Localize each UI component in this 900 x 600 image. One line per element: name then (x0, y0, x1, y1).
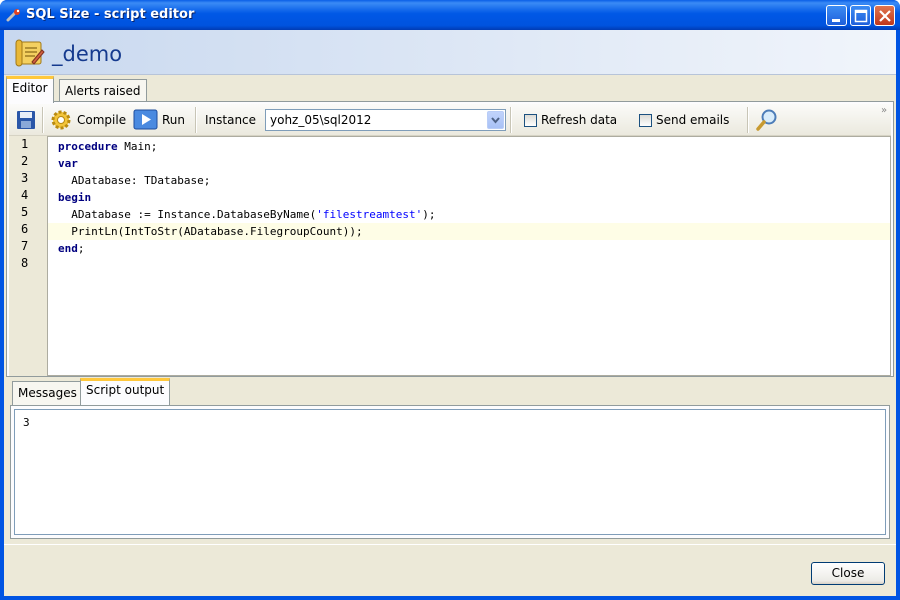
line-number: 8 (21, 256, 29, 270)
compile-label: Compile (77, 113, 127, 127)
compile-button[interactable]: Compile (49, 108, 126, 132)
chevron-double-right-icon[interactable]: » (881, 104, 887, 116)
code-line: begin (58, 189, 91, 206)
document-header: _demo (4, 30, 896, 75)
window-title: SQL Size - script editor (26, 7, 195, 22)
minimize-icon (832, 19, 840, 22)
run-button[interactable]: Run (133, 108, 185, 132)
send-emails-label[interactable]: Send emails (656, 108, 729, 132)
play-icon (133, 109, 158, 130)
code-line: end; (58, 240, 85, 257)
code-text: ); (422, 208, 436, 221)
wrench-icon (6, 9, 20, 22)
maximize-button[interactable] (850, 5, 871, 26)
code-line: ADatabase: TDatabase; (58, 172, 210, 189)
code-text: ; (77, 242, 85, 255)
refresh-data-checkbox[interactable] (524, 114, 537, 127)
dropdown-arrow-button[interactable] (487, 111, 504, 129)
code-keyword: end (58, 242, 78, 255)
send-emails-checkbox[interactable] (639, 114, 652, 127)
code-editor[interactable]: procedure Main; var ADatabase: TDatabase;… (47, 136, 891, 376)
line-number: 6 (21, 222, 29, 236)
instance-label: Instance (205, 113, 257, 127)
toolbar: Compile Run Instance yohz_05\sql2012 Ref… (9, 104, 891, 136)
floppy-disk-icon (17, 111, 35, 129)
output-area: Messages Script output 3 (6, 377, 894, 544)
toolbar-separator (510, 107, 512, 133)
code-line: procedure Main; (58, 138, 157, 155)
code-keyword: procedure (58, 140, 118, 153)
main-tabs: Editor Alerts raised (4, 76, 896, 103)
code-string: 'filestreamtest' (316, 208, 423, 221)
line-number: 4 (21, 188, 29, 202)
close-icon (879, 10, 891, 22)
code-line: PrintLn(IntToStr(ADatabase.FilegroupCoun… (58, 223, 363, 240)
code-keyword: begin (58, 191, 92, 204)
editor-panel: Compile Run Instance yohz_05\sql2012 Ref… (6, 101, 894, 377)
maximize-icon (854, 9, 868, 23)
line-number: 1 (21, 137, 29, 151)
minimize-button[interactable] (826, 5, 847, 26)
code-text: ADatabase: TDatabase; (58, 174, 211, 187)
script-output-box[interactable]: 3 (14, 409, 886, 535)
toolbar-separator (42, 107, 44, 133)
line-number-gutter: 1 2 3 4 5 6 7 8 (9, 136, 47, 376)
toolbar-separator (747, 107, 749, 133)
window-client: _demo Editor Alerts raised Compile Run I… (4, 30, 896, 596)
instance-dropdown[interactable]: yohz_05\sql2012 (265, 109, 506, 131)
script-output-text: 3 (23, 416, 30, 429)
run-label: Run (162, 113, 186, 127)
line-number: 5 (21, 205, 29, 219)
dialog-footer: Close (4, 544, 896, 596)
line-number: 7 (21, 239, 29, 253)
code-text: PrintLn(IntToStr(ADatabase.FilegroupCoun… (58, 225, 363, 238)
magnifier-icon (756, 109, 777, 131)
title-bar[interactable]: SQL Size - script editor (0, 0, 900, 30)
code-text: ADatabase := Instance.DatabaseByName( (58, 208, 317, 221)
document-title: _demo (52, 42, 123, 66)
code-text: Main; (117, 140, 158, 153)
tab-alerts-raised[interactable]: Alerts raised (59, 79, 147, 103)
instance-value: yohz_05\sql2012 (270, 113, 372, 127)
close-window-button[interactable] (874, 5, 895, 26)
scroll-icon (15, 39, 45, 67)
toolbar-separator (195, 107, 197, 133)
line-number: 3 (21, 171, 29, 185)
search-button[interactable] (755, 108, 779, 132)
chevron-down-icon (491, 117, 500, 124)
gear-icon (51, 110, 71, 130)
close-button[interactable]: Close (811, 562, 885, 585)
line-number: 2 (21, 154, 29, 168)
script-output-panel: 3 (10, 405, 890, 539)
tab-messages[interactable]: Messages (12, 381, 83, 405)
app-window: SQL Size - script editor _demo Editor Al… (0, 0, 900, 600)
tab-editor[interactable]: Editor (6, 76, 54, 103)
save-button[interactable] (15, 108, 37, 132)
refresh-data-label[interactable]: Refresh data (541, 108, 617, 132)
code-line: var (58, 155, 78, 172)
code-line: ADatabase := Instance.DatabaseByName('fi… (58, 206, 436, 223)
code-keyword: var (58, 157, 78, 170)
tab-script-output[interactable]: Script output (80, 378, 171, 405)
